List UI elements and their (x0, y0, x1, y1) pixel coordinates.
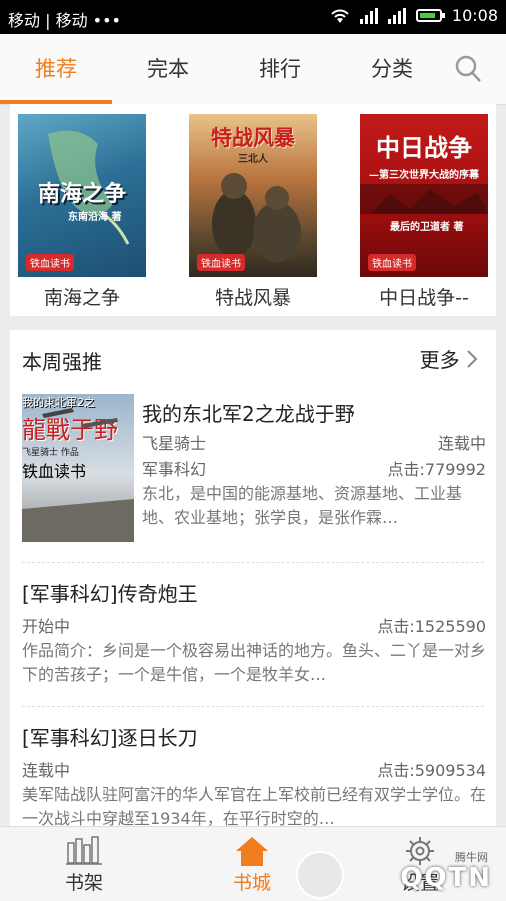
watermark-logo (296, 851, 344, 899)
book-cover: 特战风暴 三北人 铁血读书 (189, 114, 317, 277)
featured-book[interactable]: 南海之争 东南沿海 著 铁血读书 南海之争 (18, 114, 146, 310)
book-status: 连载中 (22, 761, 71, 780)
carrier-label: 移动 | 移动 ••• (8, 11, 121, 30)
divider (22, 562, 484, 563)
book-clicks: 点击:1525590 (377, 617, 486, 636)
publisher-logo: 铁血读书 (197, 254, 245, 271)
planes-graphic (22, 408, 134, 542)
tab-completed-label: 完本 (147, 57, 189, 81)
watermark-text: QQTN (400, 863, 492, 893)
cover-author: 最后的卫道者 著 (390, 222, 464, 233)
book-cover: 中日战争 —第三次世界大战的序幕 最后的卫道者 著 铁血读书 (360, 114, 488, 277)
book-title: 特战风暴 (214, 287, 291, 309)
more-link[interactable]: 更多 (420, 344, 478, 373)
bottom-nav: 书架 书城 设置 腾牛网 QQTN (0, 826, 506, 901)
tab-recommend[interactable]: 推荐 (0, 34, 112, 104)
battery-icon (415, 9, 445, 22)
clock: 10:08 (451, 6, 498, 25)
book-title: [军事科幻]传奇炮王 (22, 582, 198, 606)
tab-ranking[interactable]: 排行 (224, 34, 336, 104)
publisher-logo: 铁血读书 (26, 254, 74, 271)
signal-icon-2 (387, 7, 406, 24)
tab-ranking-label: 排行 (259, 57, 301, 81)
book-clicks: 点击:779992 (387, 460, 486, 479)
more-label: 更多 (419, 348, 460, 372)
featured-book[interactable]: 特战风暴 三北人 铁血读书 特战风暴 (189, 114, 317, 310)
book-cover: 我的東北軍2之 龍戰于野 飞星骑士 作品 铁血读书 (22, 394, 134, 542)
tab-category-label: 分类 (371, 57, 413, 81)
search-icon[interactable] (454, 54, 482, 84)
top-book-item[interactable]: 我的東北軍2之 龍戰于野 飞星骑士 作品 铁血读书 我的东北军2之龙战于野 飞星… (22, 394, 486, 544)
book-title: 我的东北军2之龙战于野 (142, 402, 355, 426)
divider (22, 706, 484, 707)
book-title: 中日战争-- (379, 287, 469, 309)
wifi-icon (331, 9, 349, 23)
cover-author: 东南沿海 著 (68, 212, 122, 223)
section-title: 本周强推 (22, 350, 102, 374)
featured-books-card: 南海之争 东南沿海 著 铁血读书 南海之争 特战风暴 三北人 铁血读书 特战风暴… (10, 104, 496, 316)
book-meta-row: 连载中 点击:5909534 (22, 757, 486, 783)
book-description: 美军陆战队驻阿富汗的华人军官在上军校前已经有双学士学位。在一次战斗中穿越至193… (22, 785, 486, 828)
list-item[interactable]: [军事科幻]传奇炮王 开始中 点击:1525590 作品简介：乡间是一个极容易出… (22, 578, 486, 687)
book-status: 连载中 (437, 434, 486, 453)
weekly-recommend-card: 本周强推 更多 我的東北軍2之 龍戰于野 飞星骑士 作品 铁血读书 我的东北军2… (10, 330, 496, 830)
nav-bookshelf[interactable]: 书架 (0, 827, 168, 901)
book-title: 南海之争 (43, 287, 120, 309)
tab-completed[interactable]: 完本 (112, 34, 224, 104)
book-meta-row: 开始中 点击:1525590 (22, 613, 486, 639)
cover-title: 南海之争 (37, 181, 126, 207)
book-status: 开始中 (22, 617, 71, 636)
status-bar: 移动 | 移动 ••• 10:08 (0, 0, 506, 34)
status-icons: 10:08 (330, 6, 498, 25)
publisher-logo: 铁血读书 (368, 254, 416, 271)
nav-bookshelf-label: 书架 (64, 872, 103, 894)
battle-graphic (360, 184, 488, 214)
bookshelf-icon (66, 836, 102, 865)
watermark: 腾牛网 QQTN (290, 849, 500, 899)
book-description: 东北，是中国的能源基地、资源基地、工业基地、农业基地；张学良，是张作霖… (142, 484, 463, 527)
top-tab-bar: 推荐 完本 排行 分类 (0, 34, 506, 105)
featured-book[interactable]: 中日战争 —第三次世界大战的序幕 最后的卫道者 著 铁血读书 中日战争-- (360, 114, 488, 310)
book-cover: 南海之争 东南沿海 著 铁血读书 (18, 114, 146, 277)
cover-author: 三北人 (238, 154, 268, 165)
book-title: [军事科幻]逐日长刀 (22, 726, 198, 750)
book-author: 飞星骑士 (142, 434, 207, 453)
tab-category[interactable]: 分类 (336, 34, 448, 104)
home-icon (236, 837, 268, 866)
book-clicks: 点击:5909534 (377, 761, 486, 780)
cover-title: 特战风暴 (211, 125, 295, 150)
list-item[interactable]: [军事科幻]逐日长刀 连载中 点击:5909534 美军陆战队驻阿富汗的华人军官… (22, 722, 486, 830)
book-description: 作品简介：乡间是一个极容易出神话的地方。鱼头、二丫是一对乡下的苦孩子；一个是牛倌… (22, 641, 486, 684)
chevron-right-icon (467, 350, 478, 368)
signal-icon (359, 7, 378, 24)
tab-recommend-label: 推荐 (35, 57, 77, 81)
book-category: 军事科幻 (142, 460, 207, 479)
